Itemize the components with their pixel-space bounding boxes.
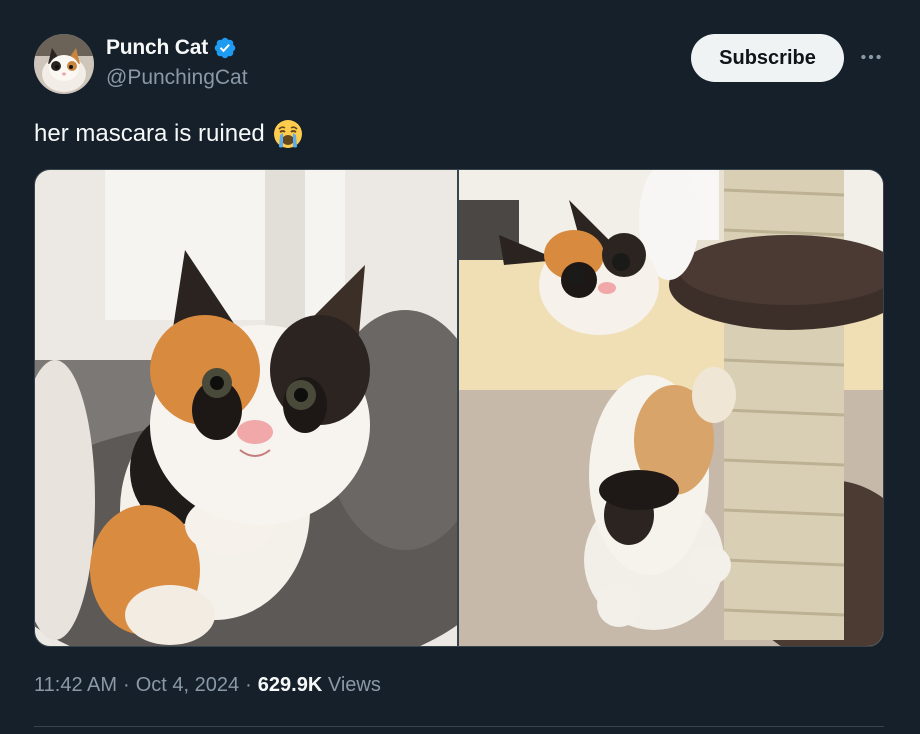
- verified-badge-icon: [214, 37, 236, 59]
- tweet-meta: 11:42 AM · Oct 4, 2024 · 629.9K Views: [34, 674, 381, 697]
- meta-separator: ·: [245, 674, 252, 696]
- meta-separator: ·: [123, 674, 130, 696]
- more-horizontal-icon[interactable]: [858, 44, 884, 70]
- tweet-time[interactable]: 11:42 AM: [34, 674, 117, 697]
- author-handle[interactable]: @PunchingCat: [106, 66, 248, 90]
- tweet-text-content: her mascara is ruined: [34, 120, 265, 147]
- photo-kitten-on-cat-bed[interactable]: [35, 170, 457, 646]
- divider: [34, 726, 884, 727]
- avatar[interactable]: [34, 34, 94, 94]
- subscribe-button[interactable]: Subscribe: [691, 34, 844, 82]
- views-label: Views: [327, 674, 381, 696]
- loudly-crying-face-emoji-icon: [273, 120, 302, 148]
- tweet-text: her mascara is ruined: [34, 118, 304, 150]
- photo-kitten-with-scratching-post[interactable]: [459, 170, 883, 646]
- author-display-name[interactable]: Punch Cat: [106, 36, 208, 60]
- media-grid: [34, 169, 884, 647]
- tweet-date[interactable]: Oct 4, 2024: [136, 674, 239, 697]
- views-count: 629.9K: [257, 674, 323, 696]
